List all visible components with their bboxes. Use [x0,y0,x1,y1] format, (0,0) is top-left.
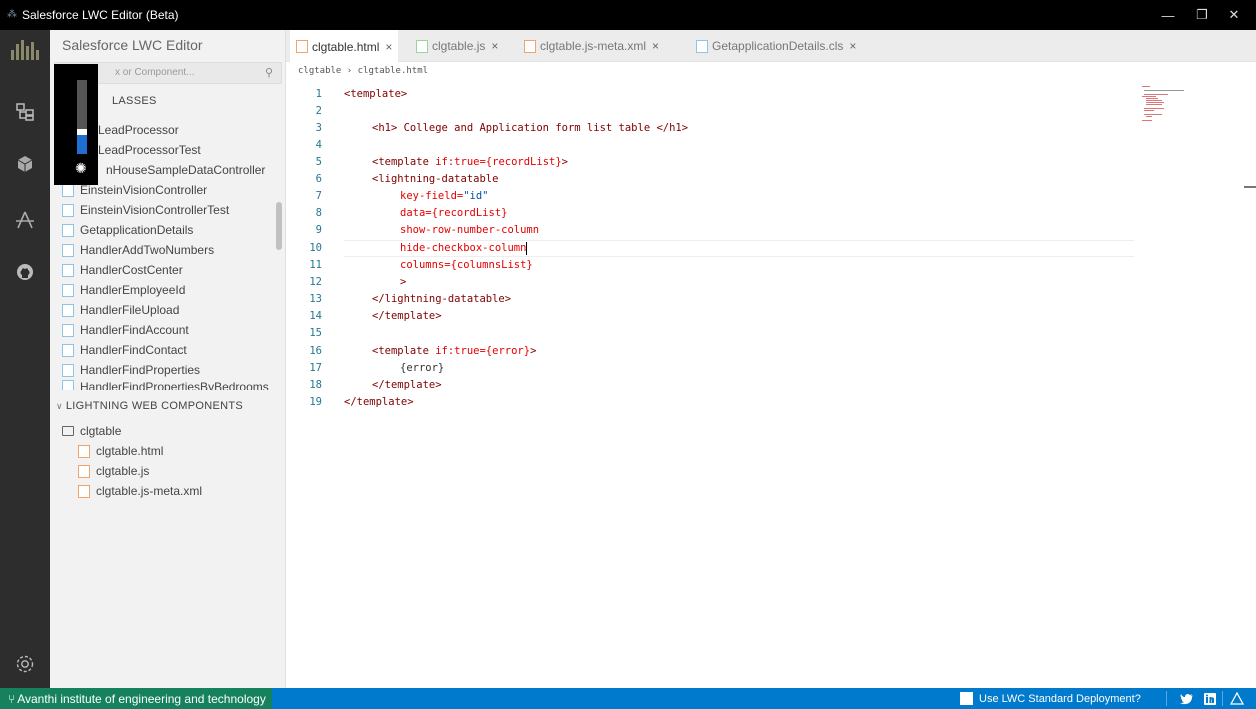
deploy-toggle[interactable]: Use LWC Standard Deployment? [960,688,1141,709]
file-icon [62,223,74,237]
section-label: LASSES [112,95,157,107]
file-icon [62,323,74,337]
deploy-checkbox[interactable] [960,692,973,705]
close-icon[interactable]: × [491,39,498,53]
file-item[interactable]: clgtable.js [78,461,292,481]
branch-indicator[interactable]: ⑂ Avanthi institute of engineering and t… [0,688,272,709]
minimap[interactable] [1142,86,1202,126]
file-icon [416,39,428,53]
window-title: Salesforce LWC Editor (Beta) [22,8,179,22]
list-item[interactable]: HandlerFileUpload [62,300,276,320]
file-icon [78,484,90,498]
settings-icon[interactable] [0,644,50,684]
tab-clgtable-html[interactable]: clgtable.html × [290,30,399,63]
search-placeholder: x or Component... [115,67,195,78]
section-label: LIGHTNING WEB COMPONENTS [65,400,243,412]
code-editor[interactable]: 1 <template> 2 3 <h1> College and Applicat… [286,84,1256,688]
explorer-icon[interactable] [0,92,50,132]
file-icon [524,39,536,53]
list-item[interactable]: HandlerFindContact [62,340,276,360]
cube-icon[interactable] [0,144,50,184]
file-icon [62,283,74,297]
brightness-overlay[interactable]: ✺ [54,64,98,185]
logo-icon [0,30,50,70]
sun-icon: ✺ [75,160,87,176]
title-bar: ⁂ Salesforce LWC Editor (Beta) — ❐ ✕ [0,0,1256,30]
breadcrumb: clgtable › clgtable.html [298,66,429,76]
branch-icon: ⑂ [8,691,16,706]
tab-getapplicationdetails[interactable]: GetapplicationDetails.cls × [690,30,862,62]
file-icon [62,263,74,277]
warning-icon[interactable] [1230,688,1244,709]
folder-icon [62,426,74,436]
tab-clgtable-meta[interactable]: clgtable.js-meta.xml × [518,30,665,62]
brightness-slider[interactable] [77,80,87,154]
list-item[interactable]: EinsteinVisionControllerTest [62,200,276,220]
file-icon [62,183,74,197]
file-icon [62,243,74,257]
list-item[interactable]: HandlerAddTwoNumbers [62,240,276,260]
close-icon[interactable]: × [849,39,856,53]
section-lwc[interactable]: ∨ LIGHTNING WEB COMPONENTS [50,395,286,417]
search-icon[interactable]: ⚲ [265,66,273,79]
close-icon[interactable]: × [652,39,659,53]
list-item[interactable]: HandlerCostCenter [62,260,276,280]
trailhead-icon[interactable] [0,200,50,240]
folder-item[interactable]: clgtable [62,421,276,441]
list-item[interactable]: HandlerEmployeeId [62,280,276,300]
list-item[interactable]: HandlerFindAccount [62,320,276,340]
file-icon [62,343,74,357]
sidebar-scrollbar[interactable] [276,202,282,250]
file-icon [62,363,74,377]
app-icon: ⁂ [7,9,17,20]
file-icon [296,40,308,53]
close-icon[interactable]: × [385,40,392,54]
file-icon [62,303,74,317]
file-icon [696,39,708,53]
deploy-label: Use LWC Standard Deployment? [979,692,1141,705]
file-icon [78,444,90,458]
tab-clgtable-js[interactable]: clgtable.js × [410,30,504,62]
list-item[interactable]: HandlerFindProperties [62,360,276,380]
close-button[interactable]: ✕ [1212,0,1256,30]
text-cursor [526,241,528,255]
file-icon [62,380,74,390]
list-item[interactable]: HandlerFindPropertiesByBedrooms [62,380,276,390]
editor-tabs: clgtable.html × clgtable.js × clgtable.js-… [286,30,1256,63]
status-bar: ⑂ Avanthi institute of engineering and t… [0,688,1256,709]
linkedin-icon[interactable] [1204,688,1216,709]
file-icon [62,203,74,217]
sidebar-title: Salesforce LWC Editor [62,37,203,53]
file-item[interactable]: clgtable.html [78,441,292,461]
list-item[interactable]: GetapplicationDetails [62,220,276,240]
editor-scrollbar[interactable] [1244,186,1256,188]
chevron-down-icon: ∨ [56,400,63,411]
github-icon[interactable] [0,252,50,292]
file-icon [78,464,90,478]
activity-bar [0,30,50,688]
twitter-icon[interactable] [1180,688,1194,709]
file-item[interactable]: clgtable.js-meta.xml [78,481,292,501]
